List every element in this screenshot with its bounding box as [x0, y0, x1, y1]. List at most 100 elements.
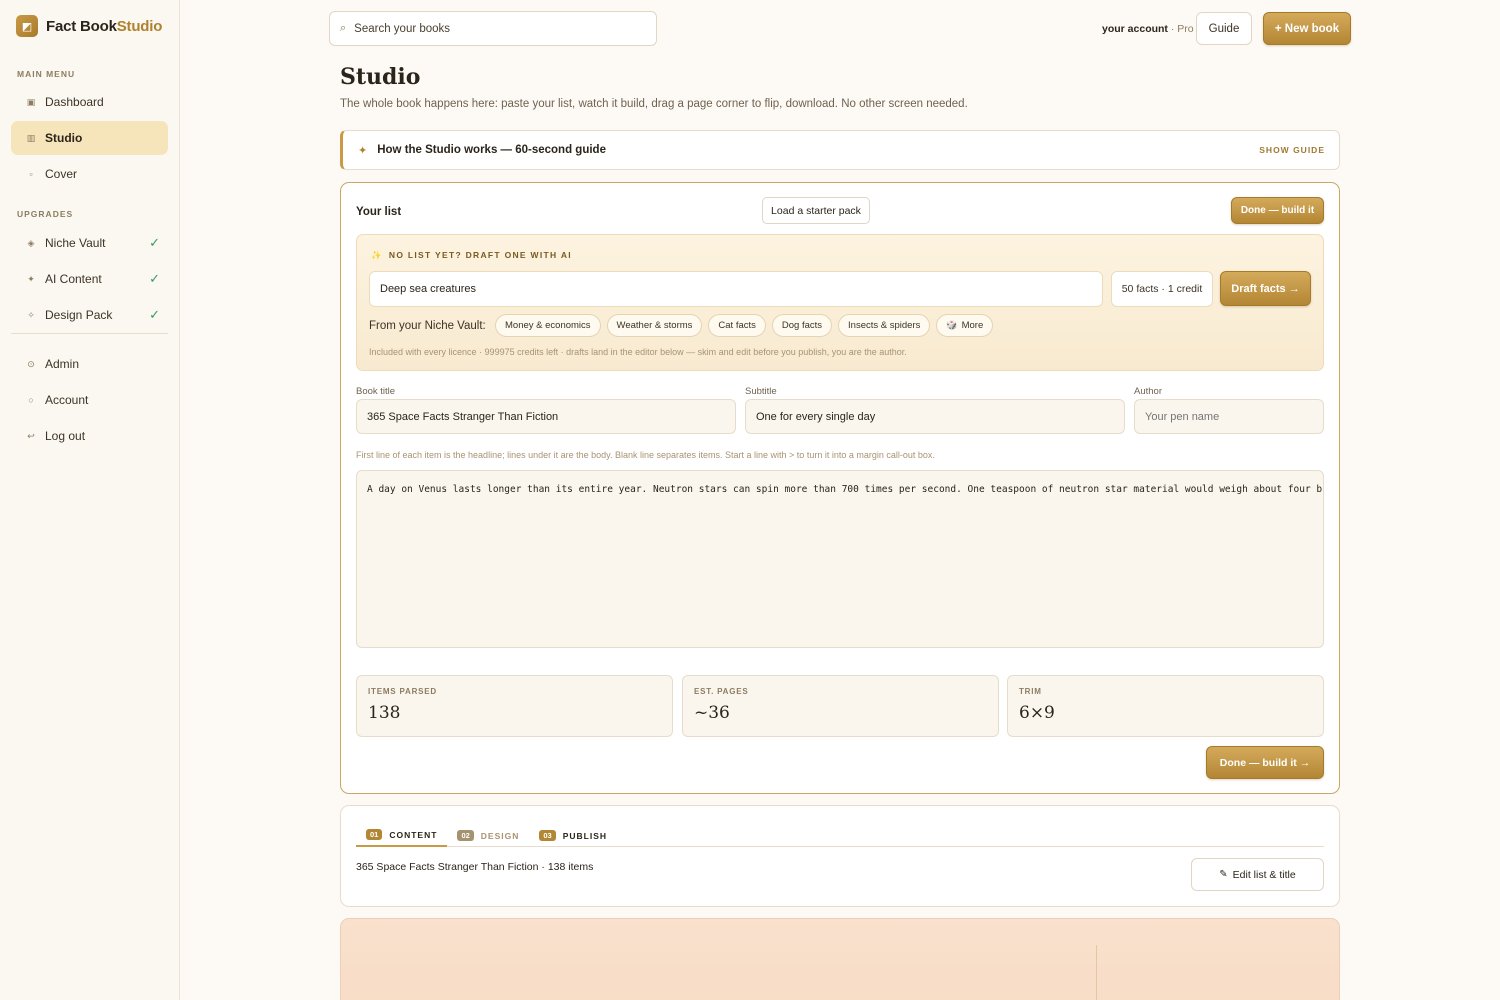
stat-trim: TRIM 6×9	[1007, 675, 1324, 737]
pencil-icon: ✎	[1219, 869, 1228, 880]
main-menu-label: MAIN MENU	[17, 69, 76, 79]
tab-number: 01	[366, 829, 383, 840]
vault-chip[interactable]: Money & economics	[495, 314, 601, 337]
load-starter-pack-button[interactable]: Load a starter pack	[762, 197, 870, 224]
search-input[interactable]	[354, 22, 635, 35]
book-logo-icon: ◩	[16, 15, 38, 37]
tab-label: CONTENT	[389, 829, 438, 840]
tab-number: 03	[539, 830, 556, 841]
sidebar-item-admin[interactable]: ⊙ Admin	[11, 347, 168, 381]
list-help-text: First line of each item is the headline;…	[356, 450, 935, 460]
sidebar-item-label: Design Pack	[45, 308, 113, 322]
stat-label: ITEMS PARSED	[368, 687, 438, 696]
fact-count-select[interactable]: 50 facts · 1 credit	[1111, 271, 1213, 307]
cover-icon: ▫	[29, 169, 33, 179]
stat-label: EST. PAGES	[694, 687, 749, 696]
sidebar-item-account[interactable]: ○ Account	[11, 383, 168, 417]
sidebar-item-label: Admin	[45, 357, 80, 371]
list-editor[interactable]: A day on Venus lasts longer than its ent…	[356, 470, 1324, 648]
topic-input[interactable]	[369, 271, 1103, 307]
stat-value: ~36	[694, 703, 730, 723]
page-subtitle: The whole book happens here: paste your …	[340, 98, 968, 110]
sidebar-item-studio[interactable]: ▥ Studio	[11, 121, 168, 155]
brand-name: Fact Book	[46, 17, 117, 35]
done-build-button[interactable]: Done — build it	[1231, 197, 1324, 224]
vault-chips: Money & economics Weather & storms Cat f…	[495, 314, 994, 337]
dice-icon: 🎲	[946, 320, 958, 330]
vault-chip[interactable]: Insects & spiders	[838, 314, 931, 337]
check-icon: ✓	[149, 235, 160, 250]
search-box[interactable]: ⌕	[329, 11, 657, 46]
tab-label: DESIGN	[480, 830, 520, 841]
subtitle-input[interactable]	[745, 399, 1125, 434]
studio-icon: ▥	[26, 132, 36, 143]
book-title-label: Book title	[356, 386, 396, 397]
brand[interactable]: ◩ Fact BookStudio	[16, 15, 162, 37]
edit-list-label: Edit list & title	[1232, 868, 1296, 881]
book-title-input[interactable]	[356, 399, 736, 434]
tab-publish[interactable]: 03 PUBLISH	[529, 824, 617, 847]
page-title: Studio	[340, 64, 421, 90]
more-chip[interactable]: 🎲 More	[936, 314, 994, 337]
guide-button[interactable]: Guide	[1196, 12, 1252, 45]
admin-icon: ⊙	[27, 358, 35, 369]
sidebar-item-cover[interactable]: ▫ Cover	[11, 157, 168, 191]
sidebar-item-label: Studio	[45, 131, 83, 145]
stat-items-parsed: ITEMS PARSED 138	[356, 675, 673, 737]
sidebar-divider	[11, 333, 168, 334]
author-input[interactable]	[1134, 399, 1324, 434]
subtitle-label: Subtitle	[745, 386, 777, 397]
list-card-title: Your list	[356, 206, 402, 218]
stat-value: 138	[368, 703, 401, 723]
author-label: Author	[1134, 386, 1162, 397]
sidebar-item-design-pack[interactable]: ✧ Design Pack ✓	[11, 298, 168, 332]
sidebar-item-label: AI Content	[45, 272, 102, 286]
done-build-button-bottom[interactable]: Done — build it →	[1206, 746, 1324, 779]
vault-chip[interactable]: Dog facts	[771, 314, 833, 337]
sidebar: ◩ Fact BookStudio MAIN MENU ▣ Dashboard …	[0, 0, 180, 1000]
check-icon: ✓	[149, 307, 160, 322]
sidebar-item-label: Dashboard	[45, 95, 104, 109]
tab-label: PUBLISH	[562, 830, 608, 841]
sidebar-item-label: Log out	[45, 429, 86, 443]
brand-name-accent: Studio	[116, 17, 163, 35]
dashboard-icon: ▣	[26, 96, 36, 107]
sidebar-item-label: Niche Vault	[45, 236, 106, 250]
sidebar-item-dashboard[interactable]: ▣ Dashboard	[11, 85, 168, 119]
tab-content[interactable]: 01 CONTENT	[356, 824, 448, 847]
tab-number: 02	[457, 830, 474, 841]
book-preview[interactable]	[340, 918, 1340, 1000]
step-tabs: 01 CONTENT 02 DESIGN 03 PUBLISH	[356, 824, 1324, 847]
star-icon: ✦	[358, 144, 368, 157]
stat-label: TRIM	[1019, 687, 1042, 696]
design-icon: ✧	[27, 309, 35, 320]
draft-facts-button[interactable]: Draft facts →	[1220, 271, 1311, 306]
guide-banner[interactable]: ✦ How the Studio works — 60-second guide…	[340, 130, 1340, 170]
sparkles-icon: ✨	[371, 250, 383, 260]
steps-card: 01 CONTENT 02 DESIGN 03 PUBLISH 365 Space F…	[340, 805, 1340, 907]
sidebar-item-ai-content[interactable]: ✦ AI Content ✓	[11, 262, 168, 296]
vault-chip[interactable]: Weather & storms	[606, 314, 703, 337]
stat-value: 6×9	[1019, 703, 1055, 723]
check-icon: ✓	[149, 271, 160, 286]
new-book-button[interactable]: + New book	[1263, 12, 1351, 45]
ai-draft-panel: ✨ NO LIST YET? DRAFT ONE WITH AI 50 facts…	[356, 234, 1324, 371]
account-icon: ○	[28, 395, 34, 405]
ai-note: Included with every licence · 999975 cre…	[369, 347, 907, 357]
search-icon: ⌕	[340, 22, 347, 34]
show-guide-button[interactable]: SHOW GUIDE	[1259, 145, 1325, 155]
tab-design[interactable]: 02 DESIGN	[447, 824, 529, 847]
account-menu[interactable]: your account · Pro	[1102, 23, 1194, 35]
upgrades-label: UPGRADES	[17, 209, 74, 219]
vault-label: From your Niche Vault:	[369, 320, 486, 332]
vault-chip[interactable]: Cat facts	[708, 314, 766, 337]
sidebar-item-log-out[interactable]: ↩ Log out	[11, 419, 168, 453]
logout-icon: ↩	[27, 430, 35, 441]
sidebar-item-label: Account	[45, 393, 89, 407]
book-spine	[1096, 945, 1097, 1000]
sidebar-item-niche-vault[interactable]: ◈ Niche Vault ✓	[11, 226, 168, 260]
more-label: More	[961, 320, 984, 331]
vault-icon: ◈	[27, 237, 35, 248]
edit-list-button[interactable]: ✎ Edit list & title	[1191, 858, 1324, 891]
guide-title: How the Studio works — 60-second guide	[377, 144, 606, 156]
